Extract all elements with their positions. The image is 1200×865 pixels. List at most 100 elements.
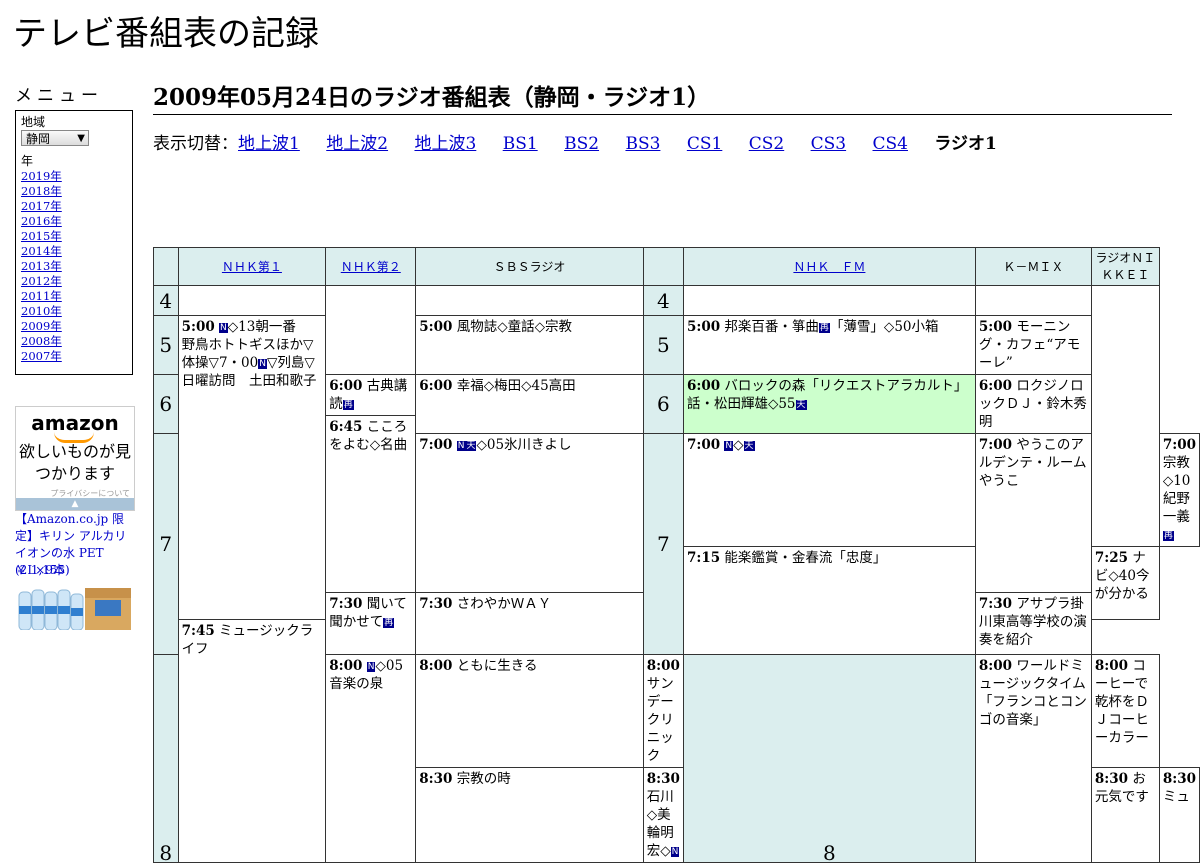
year-link[interactable]: 2018年 bbox=[21, 184, 127, 199]
program-cell[interactable]: 7:45 ミュージックライフ bbox=[177, 619, 327, 863]
program-cell[interactable]: 5:00 N◇13朝一番 野鳥ホトトギスほか▽体操▽7・00N▽列島▽日曜訪問 … bbox=[177, 315, 327, 620]
region-label: 地域 bbox=[21, 115, 46, 129]
weather-badge-icon: 天 bbox=[795, 400, 807, 410]
program-cell[interactable]: 7:30 アサプラ掛川東高等学校の演奏を紹介 bbox=[974, 592, 1092, 655]
region-select[interactable]: 静岡 ▼ bbox=[21, 130, 89, 146]
program-cell[interactable]: 7:00 N 天◇05氷川きよし bbox=[415, 433, 644, 593]
hour-label: 6 bbox=[642, 374, 684, 434]
empty-slot bbox=[682, 285, 976, 316]
empty-slot bbox=[1090, 285, 1160, 547]
program-cell[interactable]: 8:00 コーヒーで乾杯をＤＪコーヒーカラー bbox=[1090, 654, 1160, 768]
empty-slot bbox=[325, 285, 417, 375]
channel-header-radio-nikkei: ラジオＮＩＫＫＥＩ bbox=[1090, 247, 1160, 286]
year-link[interactable]: 2008年 bbox=[21, 334, 127, 349]
channel-header-nhk-fm: ＮＨＫ ＦＭ bbox=[682, 247, 976, 286]
program-cell[interactable]: 6:00 古典講読再 bbox=[325, 374, 417, 416]
hour-label: 5 bbox=[153, 315, 179, 375]
program-cell[interactable]: 8:30 宗教の時 bbox=[415, 767, 644, 863]
hour-label: 4 bbox=[153, 285, 179, 316]
program-cell[interactable]: 5:00 モーニング・カフェ“アモーレ” bbox=[974, 315, 1092, 375]
ad-tagline: 欲しいものが見つかります bbox=[18, 442, 131, 483]
product-image[interactable] bbox=[15, 582, 135, 630]
hour-header-cell bbox=[642, 247, 684, 286]
dropdown-arrow-icon: ▼ bbox=[77, 133, 85, 144]
year-link[interactable]: 2007年 bbox=[21, 349, 127, 364]
page-heading: 2009年05月24日のラジオ番組表（静岡・ラジオ1） bbox=[153, 82, 1172, 115]
program-cell[interactable]: 7:25 ナビ◇40今が分かる bbox=[1090, 546, 1160, 620]
program-cell[interactable]: 7:30 聞いて聞かせて再 bbox=[325, 592, 417, 655]
menu-title: メニュー bbox=[15, 86, 103, 106]
program-cell[interactable]: 7:00 宗教◇10紀野一義再 bbox=[1158, 433, 1200, 547]
program-cell[interactable]: 5:00 風物誌◇童話◇宗教 bbox=[415, 315, 644, 375]
site-title: テレビ番組表の記録 bbox=[13, 14, 319, 54]
program-cell[interactable]: 5:00 邦楽百番・箏曲再「薄雪」◇50小箱 bbox=[682, 315, 976, 375]
news-badge-icon: N bbox=[366, 662, 376, 672]
news-badge-icon: N bbox=[456, 441, 466, 451]
ad-collapse-icon[interactable]: ▲ bbox=[16, 498, 134, 510]
year-link[interactable]: 2016年 bbox=[21, 214, 127, 229]
weather-badge-icon: 天 bbox=[743, 441, 755, 451]
year-link[interactable]: 2011年 bbox=[21, 289, 127, 304]
program-cell[interactable]: 8:00 N◇05音楽の泉 bbox=[325, 654, 417, 863]
hour-label: 8 bbox=[153, 654, 179, 863]
program-cell[interactable]: 7:30 さわやかＷＡＹ bbox=[415, 592, 644, 655]
program-cell[interactable]: 6:00 ロクジノロックＤＪ・鈴木秀明 bbox=[974, 374, 1092, 434]
year-link[interactable]: 2017年 bbox=[21, 199, 127, 214]
year-link[interactable]: 2019年 bbox=[21, 169, 127, 184]
hour-label: 8 bbox=[682, 654, 976, 863]
year-link[interactable]: 2013年 bbox=[21, 259, 127, 274]
program-cell[interactable]: 7:00 やうこのアルデンテ・ルームやうこ bbox=[974, 433, 1092, 593]
hour-label: 7 bbox=[153, 433, 179, 655]
hour-label: 7 bbox=[642, 433, 684, 655]
channel-link-nhk-fm[interactable]: ＮＨＫ ＦＭ bbox=[793, 260, 865, 274]
switch-link-cs1[interactable]: CS1 bbox=[687, 134, 722, 154]
view-switcher: 表示切替：地上波1 地上波2 地上波3 BS1 BS2 BS3 CS1 CS2 … bbox=[153, 134, 997, 154]
program-cell[interactable]: 7:00 N◇天 bbox=[682, 433, 976, 547]
product-price: ￥ 1,155 bbox=[15, 563, 66, 577]
program-cell[interactable]: 7:15 能楽鑑賞・金春流「忠度」 bbox=[682, 546, 976, 655]
program-cell[interactable]: 8:30 石川◇美輪明宏◇N bbox=[642, 767, 684, 863]
hour-header-cell bbox=[153, 247, 179, 286]
switch-link-bs1[interactable]: BS1 bbox=[503, 134, 538, 154]
empty-slot bbox=[177, 285, 327, 316]
channel-header-nhk2: ＮＨＫ第２ bbox=[325, 247, 417, 286]
channel-link-nhk1[interactable]: ＮＨＫ第１ bbox=[222, 260, 282, 274]
hour-label: 5 bbox=[642, 315, 684, 375]
hour-label: 6 bbox=[153, 374, 179, 434]
switch-link-cs3[interactable]: CS3 bbox=[811, 134, 846, 154]
switch-current-radio-1: ラジオ1 bbox=[934, 134, 997, 154]
news-badge-icon: N bbox=[219, 323, 228, 333]
year-link[interactable]: 2010年 bbox=[21, 304, 127, 319]
switch-link-bs2[interactable]: BS2 bbox=[564, 134, 599, 154]
program-cell[interactable]: 6:45 こころをよむ◇名曲 bbox=[325, 415, 417, 593]
switch-link-bs3[interactable]: BS3 bbox=[625, 134, 660, 154]
program-cell[interactable]: 6:00 幸福◇梅田◇45高田 bbox=[415, 374, 644, 434]
year-label: 年 bbox=[21, 154, 34, 168]
switcher-label: 表示切替： bbox=[153, 134, 238, 154]
amazon-ad-banner[interactable]: amazon 欲しいものが見つかります プライバシーについて ▲ bbox=[15, 406, 135, 511]
program-cell[interactable]: 8:00 ワールドミュージックタイム「フランコとコンゴの音楽」 bbox=[974, 654, 1092, 863]
empty-slot bbox=[974, 285, 1092, 316]
program-cell[interactable]: 8:30 ミュ bbox=[1158, 767, 1200, 863]
year-link[interactable]: 2015年 bbox=[21, 229, 127, 244]
program-cell-highlighted[interactable]: 6:00 バロックの森「リクエストアラカルト」話・松田輝雄◇55天 bbox=[682, 374, 976, 434]
year-list: 2019年 2018年 2017年 2016年 2015年 2014年 2013… bbox=[21, 169, 127, 364]
switch-link-terrestrial-3[interactable]: 地上波3 bbox=[414, 134, 476, 154]
year-link[interactable]: 2014年 bbox=[21, 244, 127, 259]
program-cell[interactable]: 8:00 ともに生きる bbox=[415, 654, 644, 768]
empty-slot bbox=[415, 285, 644, 316]
channel-link-nhk2[interactable]: ＮＨＫ第２ bbox=[341, 260, 401, 274]
switch-link-cs2[interactable]: CS2 bbox=[749, 134, 784, 154]
rebroadcast-badge-icon: 再 bbox=[1162, 531, 1174, 541]
rebroadcast-badge-icon: 再 bbox=[818, 323, 830, 333]
switch-link-cs4[interactable]: CS4 bbox=[873, 134, 908, 154]
switch-link-terrestrial-1[interactable]: 地上波1 bbox=[238, 134, 300, 154]
channel-header-sbs: ＳＢＳラジオ bbox=[415, 247, 644, 286]
year-link[interactable]: 2012年 bbox=[21, 274, 127, 289]
news-badge-icon: N bbox=[258, 359, 267, 369]
program-cell[interactable]: 8:00 サンデークリニック bbox=[642, 654, 684, 768]
rebroadcast-badge-icon: 再 bbox=[342, 400, 354, 410]
switch-link-terrestrial-2[interactable]: 地上波2 bbox=[326, 134, 388, 154]
year-link[interactable]: 2009年 bbox=[21, 319, 127, 334]
program-cell[interactable]: 8:30 お元気です bbox=[1090, 767, 1160, 863]
